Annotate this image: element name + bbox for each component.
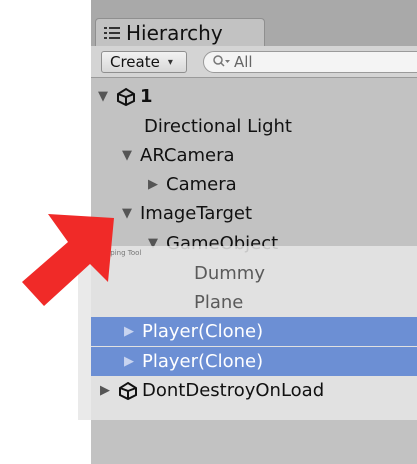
scene-label: 1 (140, 86, 153, 107)
player-2-label: Player(Clone) (142, 351, 264, 372)
tree-row-player-2[interactable]: ▶ Player(Clone) (124, 347, 263, 376)
tab-hierarchy[interactable]: Hierarchy (95, 18, 265, 46)
search-placeholder: All (234, 53, 253, 71)
tree-row-player-1[interactable]: ▶ Player(Clone) (124, 317, 263, 346)
arcamera-label: ARCamera (140, 145, 235, 166)
list-icon (104, 26, 120, 39)
dont-destroy-label: DontDestroyOnLoad (142, 380, 325, 401)
hierarchy-toolbar: Create ▾ All (91, 46, 417, 78)
unity-logo-icon (117, 87, 135, 106)
plane-label: Plane (194, 292, 244, 313)
collapse-arrow-icon[interactable]: ▶ (100, 383, 118, 398)
expand-arrow-icon[interactable]: ▼ (122, 148, 140, 163)
camera-label: Camera (166, 174, 237, 195)
directional-light-label: Directional Light (144, 116, 292, 137)
image-target-label: ImageTarget (140, 203, 253, 224)
tree-row-image-target[interactable]: ▼ ImageTarget (122, 199, 252, 228)
search-input[interactable]: All (203, 51, 417, 73)
chevron-down-icon: ▾ (167, 56, 173, 68)
create-button[interactable]: Create ▾ (101, 51, 187, 73)
tree-row-dummy[interactable]: Dummy (194, 259, 265, 288)
expand-arrow-icon[interactable]: ▼ (98, 89, 116, 104)
unity-logo-icon (119, 381, 137, 400)
collapse-arrow-icon[interactable]: ▶ (148, 177, 166, 192)
expand-arrow-icon[interactable]: ▼ (122, 206, 140, 221)
red-arrow-icon (22, 214, 114, 306)
tab-bar: Hierarchy (91, 0, 417, 46)
create-label: Create (110, 53, 160, 71)
tab-label: Hierarchy (126, 20, 223, 45)
tree-row-dont-destroy[interactable]: ▶ DontDestroyOnLoad (100, 376, 324, 405)
dummy-label: Dummy (194, 263, 265, 284)
tree-row-scene[interactable]: ▼ 1 (98, 82, 153, 111)
tree-row-camera[interactable]: ▶ Camera (148, 170, 237, 199)
tree-row-arcamera[interactable]: ▼ ARCamera (122, 141, 235, 170)
tree-row-directional-light[interactable]: Directional Light (144, 112, 292, 141)
player-1-label: Player(Clone) (142, 321, 264, 342)
collapse-arrow-icon[interactable]: ▶ (124, 324, 142, 339)
collapse-arrow-icon[interactable]: ▶ (124, 354, 142, 369)
search-icon (213, 55, 230, 67)
tree-row-plane[interactable]: Plane (194, 288, 243, 317)
